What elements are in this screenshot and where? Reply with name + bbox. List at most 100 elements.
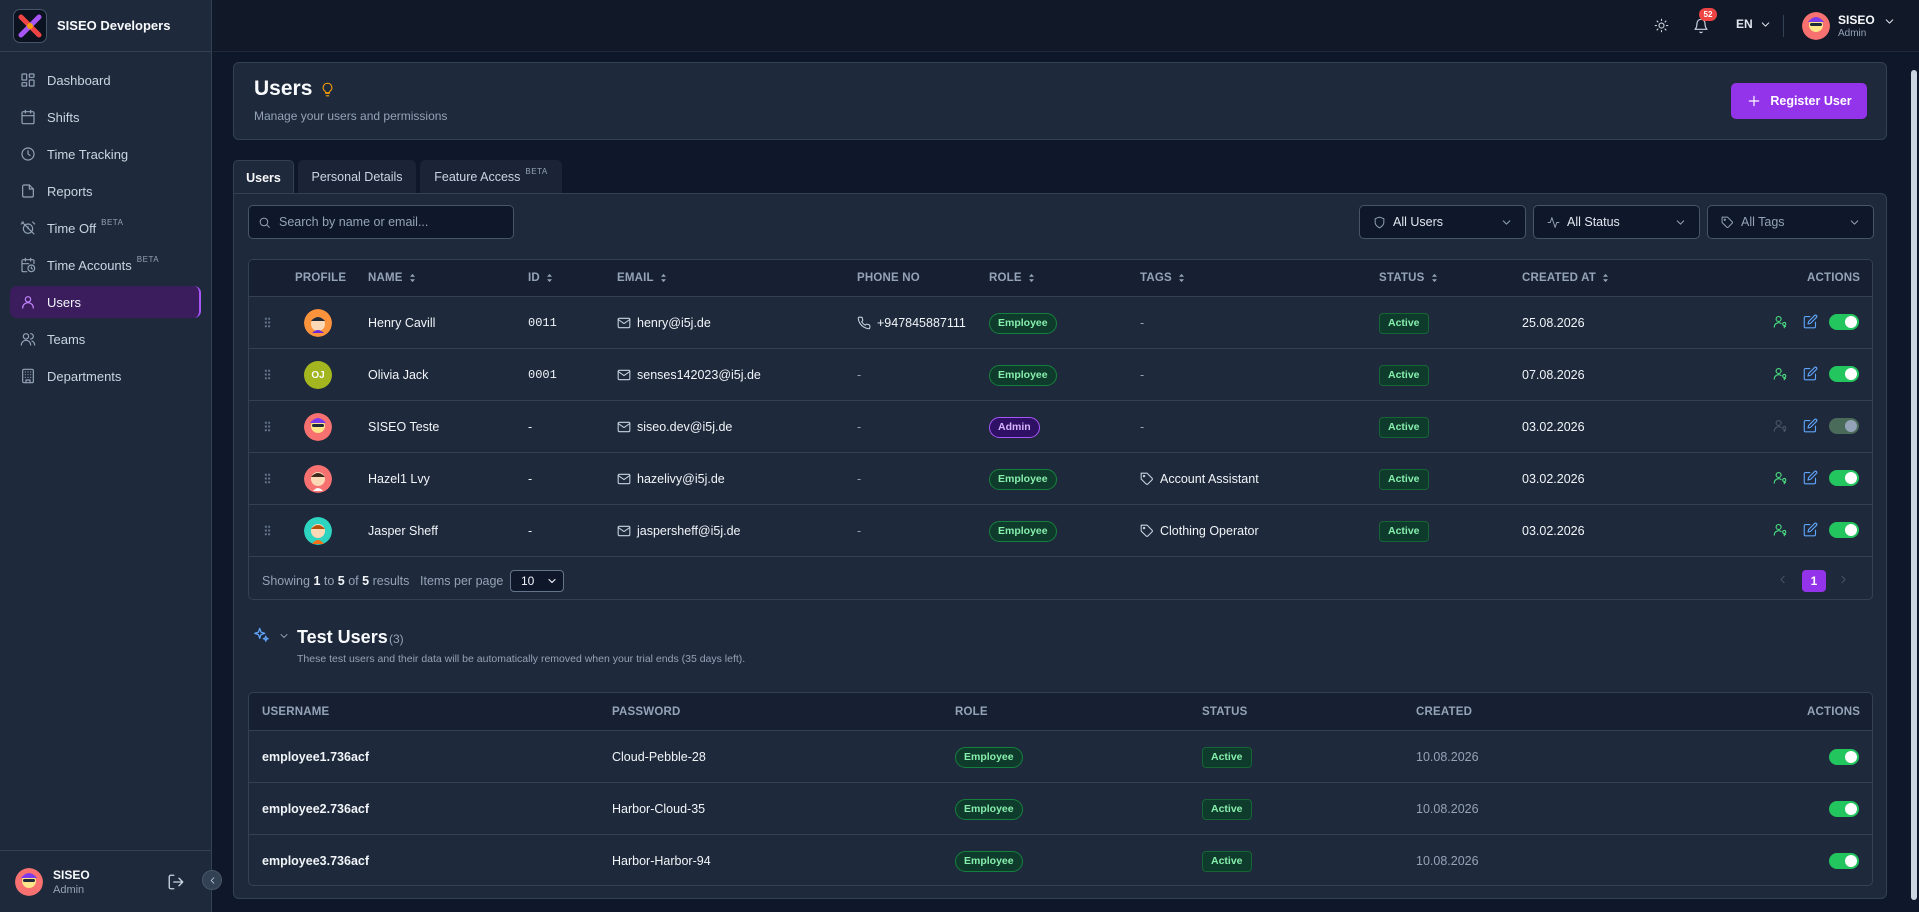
filter-status[interactable]: All Status: [1533, 205, 1700, 239]
column-email[interactable]: EMAIL: [617, 272, 667, 284]
avatar[interactable]: [15, 867, 43, 896]
active-toggle[interactable]: [1829, 366, 1859, 382]
sidebar-item-users[interactable]: Users: [10, 286, 201, 318]
tab-personal-details[interactable]: Personal Details: [298, 160, 416, 193]
avatar: [304, 309, 332, 337]
language-selector[interactable]: EN: [1736, 17, 1772, 31]
edit-icon[interactable]: [1803, 418, 1818, 433]
brand-name: SISEO Developers: [57, 18, 171, 33]
test-users-table: USERNAME PASSWORD ROLE STATUS CREATED AC…: [248, 692, 1873, 886]
tab-users[interactable]: Users: [233, 160, 294, 194]
search-input[interactable]: [279, 215, 509, 229]
register-user-button[interactable]: Register User: [1731, 83, 1867, 119]
user-permissions-icon[interactable]: [1773, 522, 1788, 537]
user-name: SISEO: [1838, 13, 1875, 27]
user-permissions-icon[interactable]: [1773, 366, 1788, 381]
drag-handle-icon[interactable]: [261, 524, 274, 537]
sidebar-item-dashboard[interactable]: Dashboard: [10, 64, 201, 96]
column-id[interactable]: ID: [528, 272, 553, 284]
sidebar-item-teams[interactable]: Teams: [10, 323, 201, 355]
chevron-down-icon: [546, 575, 558, 587]
sidebar-item-shifts[interactable]: Shifts: [10, 101, 201, 133]
user-menu[interactable]: SISEO Admin: [1802, 12, 1896, 40]
active-toggle[interactable]: [1829, 470, 1859, 486]
edit-icon[interactable]: [1803, 314, 1818, 329]
table-row[interactable]: OJ Olivia Jack 0001 senses142023@i5j.de …: [249, 349, 1872, 401]
column-phone: PHONE NO: [857, 272, 920, 284]
active-toggle[interactable]: [1829, 749, 1859, 765]
sidebar-item-reports[interactable]: Reports: [10, 175, 201, 207]
user-name[interactable]: Henry Cavill: [368, 297, 435, 349]
page-button-current[interactable]: 1: [1802, 570, 1826, 592]
chevron-left-icon[interactable]: [1776, 573, 1789, 586]
user-name[interactable]: Jasper Sheff: [368, 505, 438, 557]
edit-icon[interactable]: [1803, 470, 1818, 485]
items-per-page-select[interactable]: 10: [510, 570, 564, 592]
sort-icon: [1431, 273, 1438, 283]
sidebar-item-departments[interactable]: Departments: [10, 360, 201, 392]
register-user-label: Register User: [1770, 94, 1852, 108]
drag-handle-icon[interactable]: [261, 368, 274, 381]
brand[interactable]: SISEO Developers: [0, 0, 211, 52]
column-name[interactable]: NAME: [368, 272, 416, 284]
user-permissions-icon[interactable]: [1773, 470, 1788, 485]
calendar-clock-icon: [20, 257, 36, 273]
column-created: CREATED: [1416, 706, 1473, 718]
drag-handle-icon[interactable]: [261, 316, 274, 329]
chevron-right-icon[interactable]: [1837, 573, 1850, 586]
test-password: Harbor-Harbor-94: [612, 854, 711, 868]
column-tags[interactable]: TAGS: [1140, 272, 1185, 284]
edit-icon[interactable]: [1803, 366, 1818, 381]
active-toggle[interactable]: [1829, 801, 1859, 817]
chevron-down-icon[interactable]: [278, 630, 290, 642]
sort-icon: [1178, 273, 1185, 283]
user-permissions-icon[interactable]: [1773, 314, 1788, 329]
user-name[interactable]: Hazel1 Lvy: [368, 453, 430, 505]
column-role[interactable]: ROLE: [989, 272, 1035, 284]
tab-feature-access[interactable]: Feature Access BETA: [420, 160, 562, 193]
table-row: employee2.736acf Harbor-Cloud-35 Employe…: [249, 783, 1872, 835]
table-row[interactable]: Jasper Sheff - jaspersheff@i5j.de - Empl…: [249, 505, 1872, 557]
clock-icon: [20, 146, 36, 162]
collapse-sidebar-button[interactable]: [202, 870, 222, 890]
sidebar-item-time-accounts[interactable]: Time Accounts BETA: [10, 249, 201, 281]
sidebar-item-time-off[interactable]: Time Off BETA: [10, 212, 201, 244]
lightbulb-icon[interactable]: [320, 82, 335, 97]
active-toggle[interactable]: [1829, 522, 1859, 538]
drag-handle-icon[interactable]: [261, 472, 274, 485]
table-row[interactable]: SISEO Teste - siseo.dev@i5j.de - Admin -…: [249, 401, 1872, 453]
topbar: 52 EN SISEO Admin: [213, 0, 1919, 52]
user-name[interactable]: Olivia Jack: [368, 349, 428, 401]
theme-toggle-icon[interactable]: [1654, 18, 1669, 33]
tag-icon: [1140, 472, 1154, 486]
active-toggle[interactable]: [1829, 314, 1859, 330]
test-role: Employee: [955, 731, 1023, 783]
user-name[interactable]: SISEO Teste: [368, 401, 439, 453]
edit-icon[interactable]: [1803, 522, 1818, 537]
users-icon: [20, 331, 36, 347]
to-word: to: [323, 574, 335, 588]
filter-tags[interactable]: All Tags: [1707, 205, 1874, 239]
table-row[interactable]: Henry Cavill 0011 henry@i5j.de +94784588…: [249, 297, 1872, 349]
sidebar-item-time-tracking[interactable]: Time Tracking: [10, 138, 201, 170]
tag-text: Account Assistant: [1160, 472, 1259, 486]
user-phone: -: [857, 420, 862, 434]
table-row[interactable]: Hazel1 Lvy - hazelivy@i5j.de - Employee …: [249, 453, 1872, 505]
user-status: Active: [1379, 349, 1429, 401]
sidebar-item-label: Users: [47, 294, 81, 310]
logout-icon[interactable]: [167, 873, 185, 891]
sparkle-icon: [253, 627, 270, 644]
user-created-at: 07.08.2026: [1522, 368, 1585, 382]
user-phone: -: [857, 368, 862, 382]
scrollbar-thumb[interactable]: [1911, 70, 1917, 900]
avatar: [304, 517, 332, 545]
drag-handle-icon[interactable]: [261, 420, 274, 433]
test-status: Active: [1202, 835, 1252, 885]
column-created-at[interactable]: CREATED AT: [1522, 272, 1609, 284]
user-phone: +947845887111: [857, 297, 966, 349]
test-users-count: (3): [389, 632, 404, 646]
filter-users[interactable]: All Users: [1359, 205, 1526, 239]
column-status[interactable]: STATUS: [1379, 272, 1438, 284]
user-status: Active: [1379, 401, 1429, 453]
active-toggle[interactable]: [1829, 853, 1859, 869]
